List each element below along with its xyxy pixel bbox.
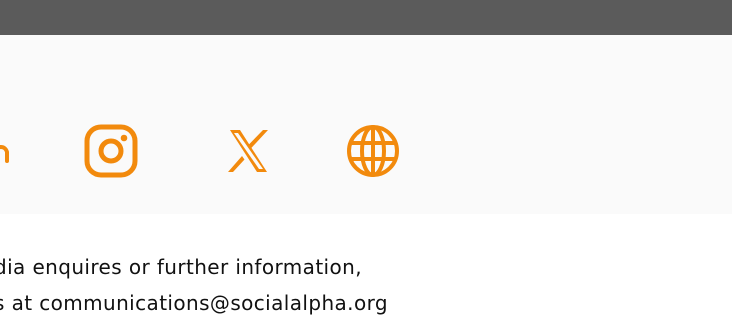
x-icon — [228, 130, 268, 172]
social-links-section — [0, 35, 732, 214]
instagram-icon — [84, 124, 138, 178]
top-header-bar — [0, 0, 732, 35]
contact-text-line-2: s at communications@socialalpha.org — [0, 291, 388, 315]
globe-icon-link[interactable] — [345, 123, 401, 179]
linkedin-icon — [0, 145, 9, 163]
globe-icon — [347, 125, 399, 177]
x-icon-link[interactable] — [220, 123, 276, 179]
contact-information-text: dia enquires or further information, s a… — [0, 249, 732, 321]
contact-text-line-1: dia enquires or further information, — [0, 255, 362, 279]
linkedin-icon-link[interactable] — [0, 123, 28, 179]
instagram-icon-link[interactable] — [83, 123, 139, 179]
